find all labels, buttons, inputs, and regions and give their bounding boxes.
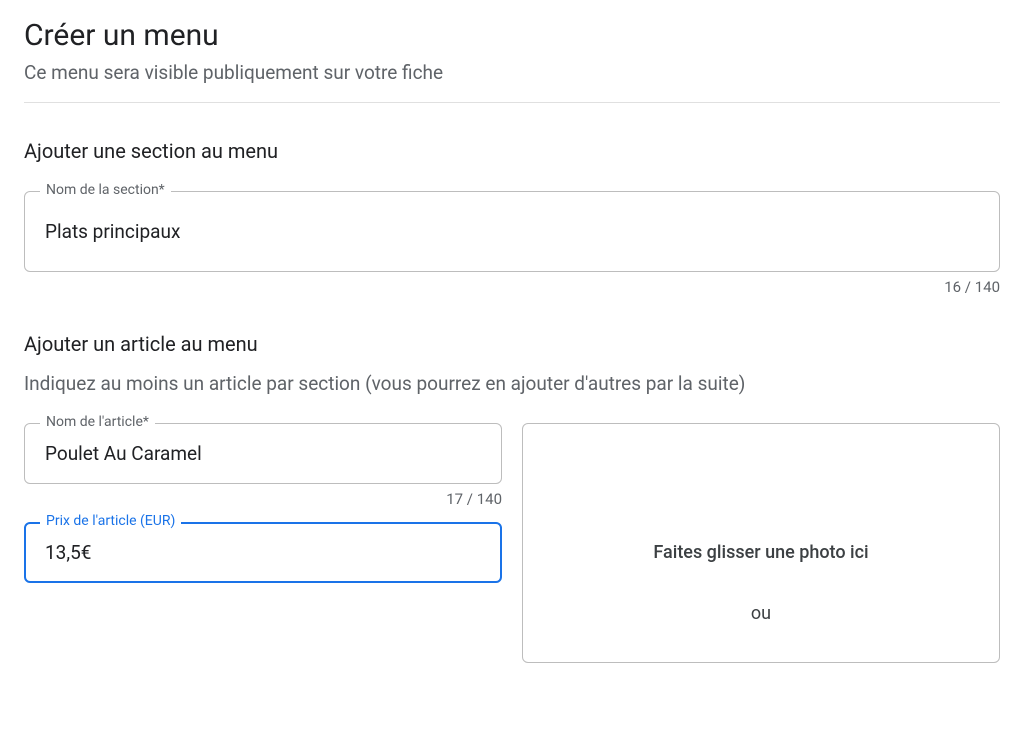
page-subtitle: Ce menu sera visible publiquement sur vo… (24, 61, 1000, 84)
divider (24, 102, 1000, 103)
article-price-label: Prix de l'article (EUR) (40, 513, 181, 529)
article-price-field: Prix de l'article (EUR) (24, 522, 502, 583)
article-price-input[interactable] (24, 522, 502, 583)
dropzone-or: ou (751, 603, 771, 624)
section-name-field: Nom de la section* (24, 191, 1000, 272)
section-name-input[interactable] (24, 191, 1000, 272)
section-name-label: Nom de la section* (40, 182, 171, 198)
article-name-label: Nom de l'article* (40, 414, 155, 430)
photo-dropzone[interactable]: Faites glisser une photo ici ou (522, 423, 1000, 663)
article-name-input[interactable] (24, 423, 502, 484)
article-name-counter: 17 / 140 (24, 490, 502, 508)
page-title: Créer un menu (24, 18, 1000, 53)
add-section-heading: Ajouter une section au menu (24, 139, 1000, 163)
article-name-field: Nom de l'article* (24, 423, 502, 484)
section-name-counter: 16 / 140 (24, 278, 1000, 296)
add-article-heading: Ajouter un article au menu (24, 332, 1000, 356)
add-article-helper: Indiquez au moins un article par section… (24, 372, 1000, 395)
dropzone-prompt: Faites glisser une photo ici (653, 542, 868, 563)
